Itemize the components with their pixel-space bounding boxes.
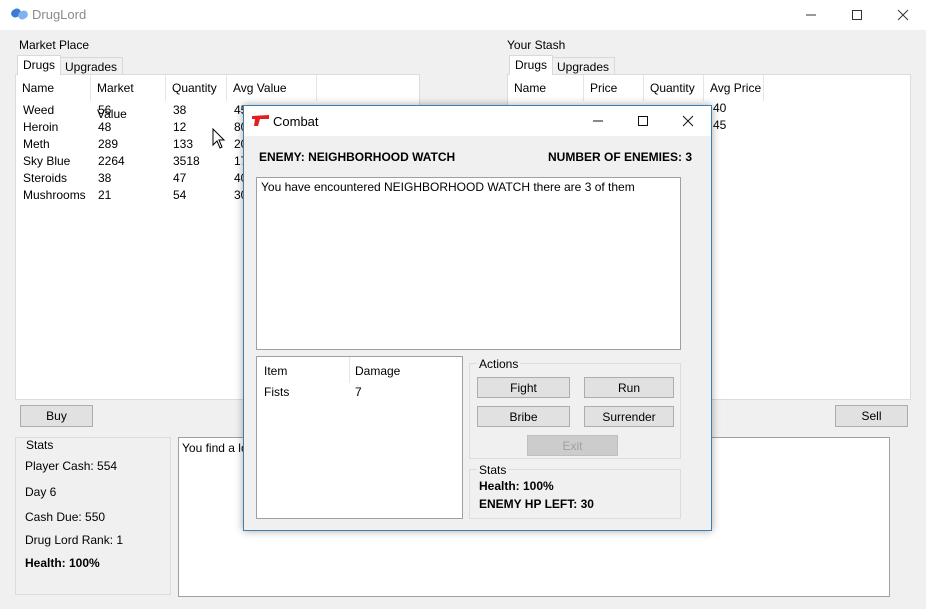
maximize-icon: [638, 116, 648, 126]
your-stash-label: Your Stash: [507, 38, 566, 52]
market-value: 21: [98, 188, 112, 202]
surrender-button[interactable]: Surrender: [584, 406, 674, 427]
stats-label: Stats: [24, 438, 56, 452]
market-value: 289: [98, 137, 119, 151]
health-status: Health: 100%: [25, 556, 100, 570]
maximize-button[interactable]: [620, 106, 666, 136]
actions-group: Actions Fight Run Bribe Surrender Exit: [469, 357, 681, 459]
market-place-label: Market Place: [19, 38, 90, 52]
market-value: 48: [98, 120, 112, 134]
exit-button[interactable]: Exit: [527, 435, 618, 456]
close-icon: [682, 115, 694, 127]
combat-stats-label: Stats: [477, 463, 509, 477]
stats-group: Stats Player Cash: 554 Day 6 Cash Due: 5…: [15, 437, 171, 595]
enemy-name: ENEMY: NEIGHBORHOOD WATCH: [259, 150, 456, 164]
enemy-count: NUMBER OF ENEMIES: 3: [548, 150, 693, 164]
stash-avg-price: 45: [713, 118, 727, 132]
buy-button[interactable]: Buy: [20, 405, 93, 427]
bribe-button[interactable]: Bribe: [477, 406, 570, 427]
maximize-icon: [852, 10, 862, 20]
combat-stats-group: Stats Health: 100% ENEMY HP LEFT: 30: [469, 463, 681, 519]
actions-label: Actions: [477, 357, 521, 371]
quantity: 47: [173, 171, 187, 185]
drug-name: Heroin: [23, 120, 59, 134]
run-button[interactable]: Run: [584, 377, 674, 398]
minimize-icon: [593, 120, 603, 122]
column-header-market-value[interactable]: Market Value: [91, 75, 166, 121]
combat-message: You have encountered NEIGHBORHOOD WATCH …: [261, 180, 635, 194]
item-damage: 7: [355, 385, 362, 399]
column-header-name[interactable]: Name: [508, 75, 584, 101]
close-button[interactable]: [880, 0, 926, 30]
column-header-name[interactable]: Name: [16, 75, 91, 101]
tab-market-upgrades[interactable]: Upgrades: [59, 57, 124, 75]
drug-name: Mushrooms: [23, 188, 86, 202]
player-health: Health: 100%: [479, 479, 554, 493]
item-list[interactable]: Item Damage Fists 7: [256, 356, 463, 519]
player-cash: Player Cash: 554: [25, 459, 118, 473]
item-name[interactable]: Fists: [264, 385, 289, 399]
drug-name: Sky Blue: [23, 154, 71, 168]
column-header-price-paid[interactable]: Price Paid: [584, 75, 644, 121]
quantity: 3518: [173, 154, 200, 168]
minimize-icon: [806, 14, 816, 16]
quantity: 54: [173, 188, 187, 202]
tab-stash-drugs[interactable]: Drugs: [509, 55, 554, 75]
market-value: 56: [98, 103, 112, 117]
quantity: 133: [173, 137, 194, 151]
column-header-avg-value[interactable]: Avg Value: [227, 75, 317, 101]
column-header-quantity[interactable]: Quantity: [166, 75, 227, 101]
close-icon: [897, 9, 909, 21]
combat-title-bar: Combat: [244, 106, 711, 136]
column-header-item[interactable]: Item: [257, 357, 350, 383]
close-button[interactable]: [665, 106, 711, 136]
column-header-avg-price[interactable]: Avg Price: [704, 75, 764, 101]
fight-button[interactable]: Fight: [477, 377, 570, 398]
column-header-quantity[interactable]: Quantity: [644, 75, 704, 101]
column-header-damage[interactable]: Damage: [350, 357, 462, 383]
enemy-hp-left: ENEMY HP LEFT: 30: [479, 497, 594, 511]
combat-title: Combat: [273, 114, 319, 129]
cursor-icon: [212, 127, 226, 153]
combat-message-box[interactable]: You have encountered NEIGHBORHOOD WATCH …: [256, 177, 681, 350]
quantity: 12: [173, 120, 187, 134]
maximize-button[interactable]: [834, 0, 880, 30]
window-title: DrugLord: [32, 7, 87, 22]
minimize-button[interactable]: [788, 0, 834, 30]
drug-lord-rank: Drug Lord Rank: 1: [25, 533, 124, 547]
market-value: 38: [98, 171, 112, 185]
drug-name: Weed: [23, 103, 55, 117]
gun-icon: [251, 114, 271, 131]
cash-due: Cash Due: 550: [25, 510, 106, 524]
pill-icon: [10, 6, 30, 22]
day-counter: Day 6: [25, 485, 57, 499]
market-value: 2264: [98, 154, 125, 168]
stash-avg-price: 40: [713, 101, 727, 115]
minimize-button[interactable]: [575, 106, 621, 136]
tab-stash-upgrades[interactable]: Upgrades: [551, 57, 616, 75]
drug-name: Steroids: [23, 171, 68, 185]
tab-market-drugs[interactable]: Drugs: [17, 55, 62, 75]
combat-dialog[interactable]: Combat ENEMY: NEIGHBORHOOD WATCH NUMBER …: [243, 105, 712, 531]
drug-name: Meth: [23, 137, 50, 151]
sell-button[interactable]: Sell: [835, 405, 908, 427]
title-bar: DrugLord: [0, 0, 926, 30]
quantity: 38: [173, 103, 187, 117]
